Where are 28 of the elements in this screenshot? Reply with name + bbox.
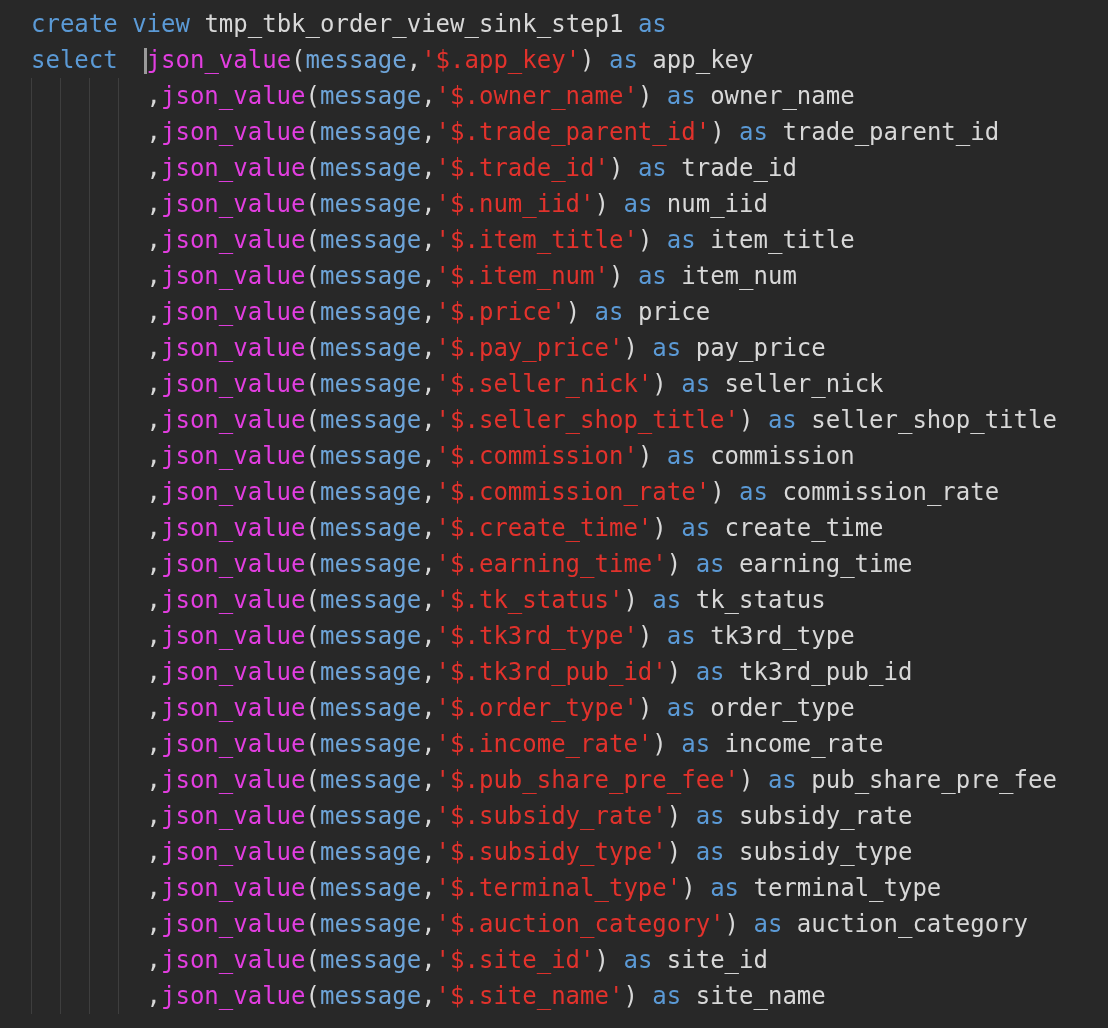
- code-line: select json_value(message,'$.app_key') as app_key: [31, 45, 754, 76]
- code-line: ,json_value(message,'$.seller_nick') as seller_nick: [146, 369, 884, 400]
- code-line: ,json_value(message,'$.tk3rd_pub_id') as tk3rd_pub_id: [146, 657, 913, 688]
- code-line: ,json_value(message,'$.commission_rate') as commission_rate: [146, 477, 1000, 508]
- code-line: ,json_value(message,'$.pub_share_pre_fee') as pub_share_pre_fee: [146, 765, 1057, 796]
- code-line: ,json_value(message,'$.site_name') as site_name: [146, 981, 826, 1012]
- code-line: ,json_value(message,'$.tk3rd_type') as tk3rd_type: [146, 621, 855, 652]
- code-line: ,json_value(message,'$.item_num') as item_num: [146, 261, 797, 292]
- code-line: ,json_value(message,'$.auction_category') as auction_category: [146, 909, 1028, 940]
- code-line: ,json_value(message,'$.seller_shop_title') as seller_shop_title: [146, 405, 1057, 436]
- code-line: ,json_value(message,'$.subsidy_rate') as subsidy_rate: [146, 801, 913, 832]
- code-line: ,json_value(message,'$.earning_time') as earning_time: [146, 549, 913, 580]
- code-line: ,json_value(message,'$.subsidy_type') as subsidy_type: [146, 837, 913, 868]
- code-line: create view tmp_tbk_order_view_sink_step1 as: [31, 9, 667, 40]
- code-line: ,json_value(message,'$.num_iid') as num_iid: [146, 189, 768, 220]
- code-line: ,json_value(message,'$.commission') as commission: [146, 441, 855, 472]
- code-line: ,json_value(message,'$.create_time') as create_time: [146, 513, 884, 544]
- code-line: ,json_value(message,'$.terminal_type') as terminal_type: [146, 873, 942, 904]
- code-line: ,json_value(message,'$.item_title') as item_title: [146, 225, 855, 256]
- code-line: ,json_value(message,'$.tk_status') as tk_status: [146, 585, 826, 616]
- code-line: ,json_value(message,'$.price') as price: [146, 297, 711, 328]
- code-line: ,json_value(message,'$.income_rate') as income_rate: [146, 729, 884, 760]
- code-line: ,json_value(message,'$.site_id') as site_id: [146, 945, 768, 976]
- code-line: ,json_value(message,'$.order_type') as order_type: [146, 693, 855, 724]
- code-line: ,json_value(message,'$.trade_id') as trade_id: [146, 153, 797, 184]
- code-line: ,json_value(message,'$.owner_name') as owner_name: [146, 81, 855, 112]
- code-line: ,json_value(message,'$.pay_price') as pay_price: [146, 333, 826, 364]
- code-line: ,json_value(message,'$.trade_parent_id') as trade_parent_id: [146, 117, 1000, 148]
